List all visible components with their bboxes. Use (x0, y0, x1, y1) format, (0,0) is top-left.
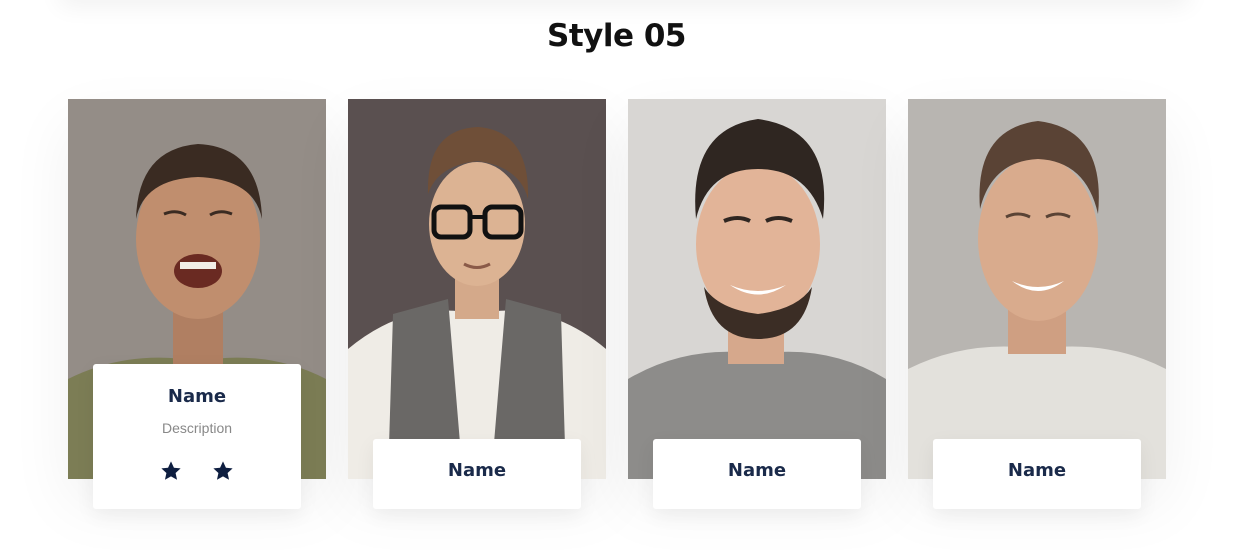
card-info-box: Name (373, 439, 581, 509)
card-name: Name (1007, 460, 1067, 481)
team-card-4[interactable]: Name (908, 99, 1166, 509)
rating-stars (93, 460, 301, 482)
star-icon (213, 461, 233, 480)
team-card-3[interactable]: Name (628, 99, 886, 509)
card-description: Description (161, 420, 233, 436)
bearded-man-smiling-photo (628, 99, 886, 479)
card-name: Name (727, 460, 787, 481)
card-name: Name (447, 460, 507, 481)
team-card-2[interactable]: Name (348, 99, 606, 509)
card-info-box: Name Description (93, 364, 301, 509)
team-card-1[interactable]: Name Description (68, 99, 326, 509)
card-info-box: Name (933, 439, 1141, 509)
star-icon (161, 461, 181, 480)
man-smiling-photo (908, 99, 1166, 479)
page-title: Style 05 (547, 18, 686, 54)
man-with-glasses-photo (348, 99, 606, 479)
card-info-box: Name (653, 439, 861, 509)
card-name: Name (167, 386, 227, 407)
